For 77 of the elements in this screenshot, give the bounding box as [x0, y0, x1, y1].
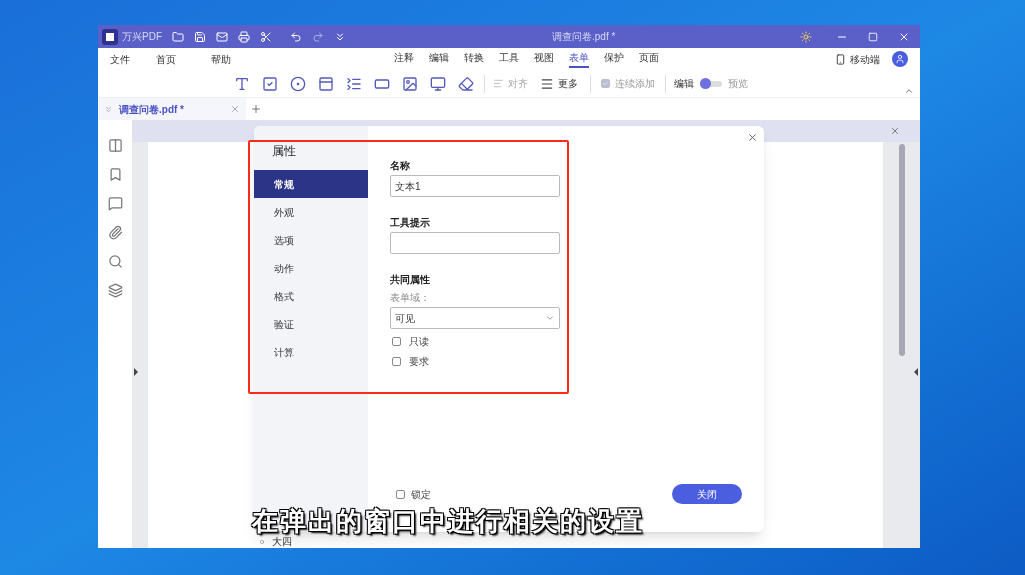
user-avatar[interactable] — [892, 51, 908, 67]
checkbox[interactable] — [392, 337, 401, 346]
field-label: 表单域： — [390, 291, 431, 305]
ribbon-tab[interactable]: 保护 — [604, 50, 624, 68]
undo-icon[interactable] — [290, 30, 302, 43]
tooltip-field[interactable] — [390, 232, 560, 254]
image-icon[interactable] — [402, 75, 418, 92]
layers-icon[interactable] — [107, 283, 123, 298]
scissors-icon[interactable] — [260, 30, 272, 43]
section-heading: 共同属性 — [390, 273, 431, 287]
maximize-icon[interactable] — [868, 31, 878, 42]
phone-icon[interactable] — [835, 53, 846, 65]
thumbnails-icon[interactable] — [107, 138, 123, 153]
field-label: 工具提示 — [390, 216, 431, 230]
chevron-down-icon — [545, 313, 555, 323]
sun-icon[interactable] — [800, 30, 812, 43]
checkbox[interactable] — [601, 79, 610, 88]
nav-item[interactable]: 选项 — [254, 226, 368, 254]
dropdown-icon[interactable] — [334, 30, 346, 43]
close-icon[interactable] — [747, 132, 758, 143]
text-field-icon[interactable] — [234, 75, 250, 92]
eraser-icon[interactable] — [458, 75, 474, 92]
close-button[interactable]: 关闭 — [672, 484, 742, 504]
nav-item[interactable]: 计算 — [254, 338, 368, 366]
scrollbar[interactable] — [898, 144, 905, 356]
checkbox-label: 只读 — [409, 335, 429, 349]
field-label: 名称 — [390, 159, 411, 173]
mode-toggle[interactable] — [700, 80, 722, 87]
checkbox-label: 连续添加 — [615, 77, 655, 91]
nav-item[interactable]: 动作 — [254, 254, 368, 282]
name-field[interactable]: 文本1 — [390, 175, 560, 197]
print-icon[interactable] — [238, 30, 250, 43]
attachment-icon[interactable] — [107, 225, 123, 240]
more-menu[interactable]: 更多 — [558, 76, 578, 91]
nav-item[interactable]: 常规 — [254, 170, 368, 198]
ribbon-tab[interactable]: 工具 — [499, 50, 519, 68]
ribbon-tab[interactable]: 页面 — [639, 50, 659, 68]
folder-icon[interactable] — [172, 30, 184, 43]
mail-icon[interactable] — [216, 30, 228, 43]
save-icon[interactable] — [194, 30, 206, 43]
nav-item[interactable]: 验证 — [254, 310, 368, 338]
list-box-icon[interactable] — [346, 75, 362, 92]
bookmark-icon[interactable] — [107, 167, 123, 182]
comment-icon[interactable] — [107, 196, 123, 211]
menu-icon[interactable] — [540, 76, 554, 91]
ribbon-tab[interactable]: 视图 — [534, 50, 554, 68]
menu-item[interactable]: 文件 — [110, 51, 156, 67]
search-icon[interactable] — [107, 254, 123, 269]
visibility-dropdown[interactable]: 可见 — [390, 307, 560, 329]
document-text: 大四 — [272, 537, 292, 547]
checkbox[interactable] — [392, 357, 401, 366]
app-name: 万兴PDF — [122, 30, 162, 44]
radio-button-icon[interactable] — [290, 75, 306, 92]
checkbox-label: 要求 — [409, 355, 429, 369]
preview-label: 预览 — [728, 77, 748, 91]
ribbon-tab[interactable]: 表单 — [569, 50, 589, 68]
checkbox-label: 锁定 — [411, 487, 431, 502]
nav-item[interactable]: 外观 — [254, 198, 368, 226]
edit-label: 编辑 — [674, 77, 694, 91]
app-logo-icon — [102, 28, 118, 45]
checkbox[interactable] — [396, 489, 405, 499]
bullet-icon — [260, 540, 264, 544]
window-title: 调查问卷.pdf * — [552, 30, 616, 44]
menu-item[interactable]: 首页 — [156, 51, 211, 67]
nav-item[interactable]: 格式 — [254, 282, 368, 310]
new-tab-icon[interactable] — [250, 103, 262, 115]
ribbon-tab[interactable]: 转换 — [464, 50, 484, 68]
dialog-title: 属性 — [272, 143, 297, 160]
expand-arrow-icon[interactable] — [134, 368, 138, 376]
close-icon[interactable] — [890, 126, 900, 136]
menu-item[interactable]: 帮助 — [211, 51, 266, 67]
ribbon-tab[interactable]: 注释 — [394, 50, 414, 68]
mobile-link[interactable]: 移动端 — [850, 51, 880, 67]
checkbox-tool-icon[interactable] — [262, 75, 278, 92]
ribbon-tab[interactable]: 编辑 — [429, 50, 449, 68]
collapse-arrow-icon[interactable] — [914, 368, 918, 376]
video-caption: 在弹出的窗口中进行相关的设置 — [252, 505, 644, 537]
